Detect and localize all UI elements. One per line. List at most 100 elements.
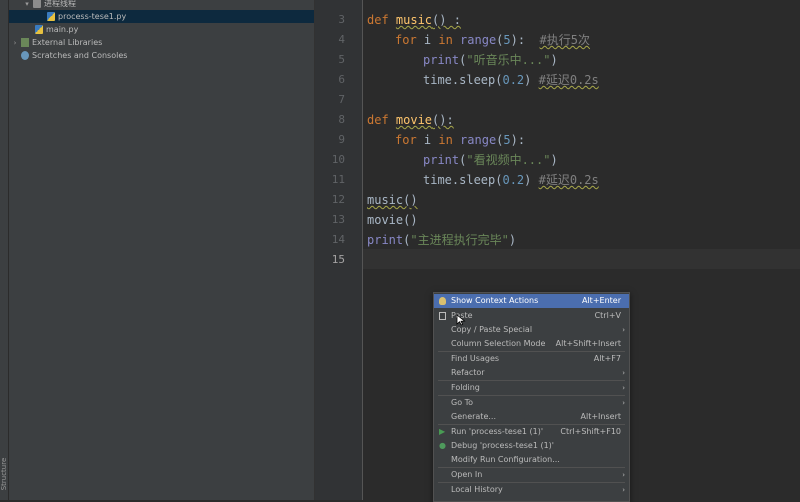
library-icon [21,38,29,47]
menu-item-label: Debug 'process-tese1 (1)' [451,441,554,450]
menu-item-shortcut: Alt+Insert [580,412,621,421]
tree-item-folder[interactable]: ▾ 进程线程 [9,0,328,10]
code-line-6[interactable]: time.sleep(0.2) #延迟0.2s [423,70,599,90]
menu-item-shortcut: Ctrl+V [594,311,621,320]
menu-item-generate[interactable]: Generate... Alt+Insert [434,410,629,424]
line-number: 8 [338,113,345,126]
string: "主进程执行完毕" [410,233,509,247]
submenu-arrow-icon: › [622,471,625,479]
number: 5 [503,133,511,147]
code-line-14[interactable]: print("主进程执行完毕") [367,230,516,250]
line-number: 13 [331,213,345,226]
code-token: ) [550,53,558,67]
code-token: ) [524,173,539,187]
mouse-cursor-icon [456,314,466,326]
code-token: ): [510,33,540,47]
menu-item-open-in[interactable]: Open In › [434,468,629,482]
menu-item-label: Refactor [451,368,485,377]
keyword: for [395,133,424,147]
string: "看视频中..." [466,153,551,167]
line-number: 5 [338,53,345,66]
menu-item-label: Find Usages [451,354,500,363]
code-token: ) [550,153,558,167]
python-file-icon [35,25,43,34]
line-number: 6 [338,73,345,86]
submenu-arrow-icon: › [622,369,625,377]
code-line-10[interactable]: print("看视频中...") [423,150,558,170]
menu-item-shortcut: Alt+F7 [593,354,621,363]
tree-item-label: External Libraries [32,38,103,47]
menu-item-label: Column Selection Mode [451,339,546,348]
menu-item-go-to[interactable]: Go To › [434,396,629,410]
menu-item-local-history[interactable]: Local History › [434,483,629,497]
menu-item-shortcut: Alt+Shift+Insert [555,339,621,348]
code-token: ) [508,233,517,247]
debug-icon: ● [439,441,446,450]
keyword: for [395,33,424,47]
line-number: 15 [331,253,345,266]
builtin: print [423,153,460,167]
comment: #延迟0.2s [538,73,599,87]
menu-item-debug[interactable]: ● Debug 'process-tese1 (1)' [434,439,629,453]
menu-item-label: Modify Run Configuration... [451,455,560,464]
code-line-12[interactable]: music() [367,190,418,210]
menu-item-run[interactable]: ▶ Run 'process-tese1 (1)' Ctrl+Shift+F10 [434,425,629,439]
tree-item-process-tese1[interactable]: process-tese1.py [9,10,352,23]
line-number: 14 [331,233,345,246]
menu-item-label: Go To [451,398,474,407]
code-token: time.sleep( [423,173,503,187]
builtin: range [460,133,497,147]
tree-item-label: Scratches and Consoles [32,51,128,60]
menu-item-refactor[interactable]: Refactor › [434,366,629,380]
submenu-arrow-icon: › [622,384,625,392]
tree-item-main[interactable]: main.py [9,23,340,36]
menu-item-label: Folding [451,383,480,392]
number: 5 [503,33,511,47]
bulb-icon [439,297,446,305]
menu-item-folding[interactable]: Folding › [434,381,629,395]
structure-tool-tab[interactable]: Structure [0,448,8,500]
code-token: ) [524,73,539,87]
code-line-5[interactable]: print("听音乐中...") [423,50,558,70]
tree-item-label: 进程线程 [44,0,76,8]
menu-item-shortcut: Ctrl+Shift+F10 [560,427,621,436]
function-name: movie [395,113,433,127]
line-number: 12 [331,193,345,206]
menu-item-label: Show Context Actions [451,296,539,305]
code-line-4[interactable]: for i in range(5): #执行5次 [395,30,590,50]
current-line-highlight [363,249,800,269]
scratch-icon [21,51,29,60]
line-number: 3 [338,13,345,26]
code-token: () : [432,13,461,27]
line-number: 9 [338,133,345,146]
menu-item-modify-run-configuration[interactable]: Modify Run Configuration... [434,453,629,467]
tree-item-label: process-tese1.py [58,12,127,21]
code-line-9[interactable]: for i in range(5): [395,130,525,150]
tree-item-label: main.py [46,25,79,34]
menu-item-column-selection-mode[interactable]: Column Selection Mode Alt+Shift+Insert [434,337,629,351]
menu-item-label: Local History [451,485,503,494]
menu-item-label: Open In [451,470,483,479]
structure-tab-label: Structure [0,457,8,491]
tree-item-scratches[interactable]: Scratches and Consoles [9,49,326,62]
code-token: i [423,133,439,147]
code-token: time.sleep( [423,73,503,87]
keyword: def [367,113,396,127]
builtin: print [367,233,404,247]
menu-item-label: Run 'process-tese1 (1)' [451,427,544,436]
code-line-3[interactable]: def music() : [367,10,461,30]
number: 0.2 [502,73,525,87]
code-line-11[interactable]: time.sleep(0.2) #延迟0.2s [423,170,599,190]
line-number: 10 [331,153,345,166]
python-file-icon [47,12,55,21]
menu-item-show-context-actions[interactable]: Show Context Actions Alt+Enter [434,294,629,308]
builtin: range [460,33,497,47]
left-tool-strip [0,0,9,500]
function-name: music [395,13,433,27]
code-line-8[interactable]: def movie(): [367,110,454,130]
code-token: (): [432,113,454,127]
menu-item-find-usages[interactable]: Find Usages Alt+F7 [434,352,629,366]
tree-item-external-libraries[interactable]: › External Libraries [9,36,316,49]
run-icon: ▶ [439,427,446,436]
code-line-13[interactable]: movie() [367,210,418,230]
